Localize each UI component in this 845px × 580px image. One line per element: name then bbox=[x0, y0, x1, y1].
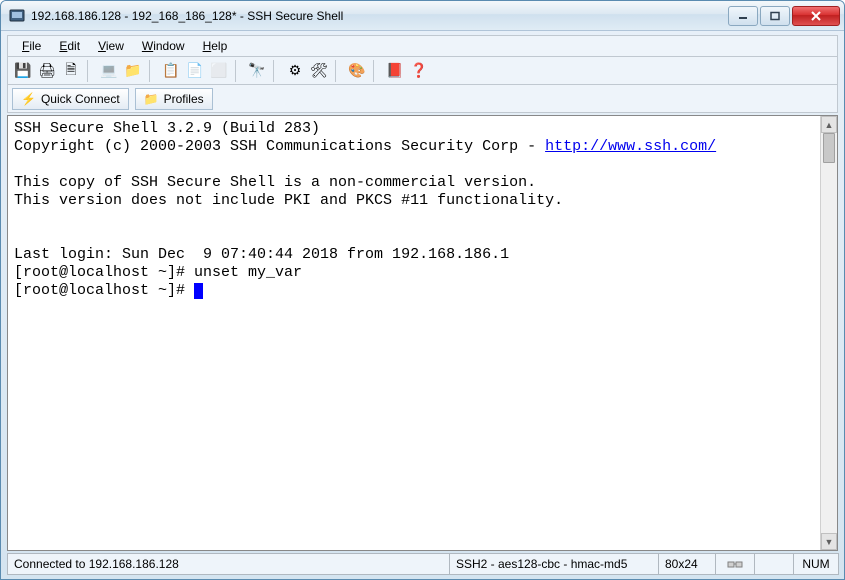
maximize-button[interactable] bbox=[760, 6, 790, 26]
find-icon[interactable]: 🔭 bbox=[246, 60, 268, 82]
status-cipher: SSH2 - aes128-cbc - hmac-md5 bbox=[449, 553, 659, 575]
terminal-line: [root@localhost ~]# unset my_var bbox=[14, 264, 302, 281]
toolbar-separator bbox=[149, 60, 155, 82]
toolbar-separator bbox=[373, 60, 379, 82]
quick-connect-label: Quick Connect bbox=[41, 92, 120, 106]
terminal-line: This version does not include PKI and PK… bbox=[14, 192, 563, 209]
colors-icon[interactable]: 🎨 bbox=[346, 60, 368, 82]
terminal-container: SSH Secure Shell 3.2.9 (Build 283) Copyr… bbox=[7, 115, 838, 551]
status-termsize: 80x24 bbox=[658, 553, 716, 575]
vertical-scrollbar[interactable]: ▲ ▼ bbox=[820, 116, 837, 550]
titlebar: 192.168.186.128 - 192_168_186_128* - SSH… bbox=[1, 1, 844, 31]
lightning-icon: ⚡ bbox=[21, 92, 36, 106]
cursor-icon bbox=[194, 283, 203, 299]
connect-toolbar: ⚡ Quick Connect 📁 Profiles bbox=[7, 85, 838, 113]
terminal[interactable]: SSH Secure Shell 3.2.9 (Build 283) Copyr… bbox=[8, 116, 820, 550]
menu-edit[interactable]: Edit bbox=[51, 37, 88, 55]
whats-this-icon[interactable]: ❓ bbox=[408, 60, 430, 82]
status-connected: Connected to 192.168.186.128 bbox=[7, 553, 450, 575]
scroll-up-icon[interactable]: ▲ bbox=[821, 116, 837, 133]
folder-icon: 📁 bbox=[144, 92, 159, 106]
stop-icon: ⬜ bbox=[208, 60, 230, 82]
window-controls bbox=[728, 6, 840, 26]
scroll-down-icon[interactable]: ▼ bbox=[821, 533, 837, 550]
copy-icon[interactable]: 📋 bbox=[160, 60, 182, 82]
menu-help[interactable]: Help bbox=[195, 37, 236, 55]
profiles-label: Profiles bbox=[164, 92, 204, 106]
minimize-button[interactable] bbox=[728, 6, 758, 26]
menu-file[interactable]: File bbox=[14, 37, 49, 55]
status-indicator-2 bbox=[754, 553, 794, 575]
print-preview-icon[interactable]: 🗎 bbox=[60, 60, 82, 82]
close-button[interactable] bbox=[792, 6, 840, 26]
menu-window[interactable]: Window bbox=[134, 37, 193, 55]
print-icon[interactable]: 🖨 bbox=[36, 60, 58, 82]
toolbar-separator bbox=[235, 60, 241, 82]
toolbar: 💾 🖨 🗎 💻 📁 📋 📄 ⬜ 🔭 ⚙ 🛠 🎨 📕 ❓ bbox=[7, 57, 838, 85]
window-title: 192.168.186.128 - 192_168_186_128* - SSH… bbox=[31, 9, 728, 23]
new-filetransfer-icon[interactable]: 📁 bbox=[122, 60, 144, 82]
scroll-thumb[interactable] bbox=[823, 133, 835, 163]
help-icon[interactable]: 📕 bbox=[384, 60, 406, 82]
save-icon[interactable]: 💾 bbox=[12, 60, 34, 82]
new-terminal-icon: 💻 bbox=[98, 60, 120, 82]
terminal-prompt: [root@localhost ~]# bbox=[14, 282, 194, 299]
terminal-line: Last login: Sun Dec 9 07:40:44 2018 from… bbox=[14, 246, 509, 263]
app-window: 192.168.186.128 - 192_168_186_128* - SSH… bbox=[0, 0, 845, 580]
quick-connect-button[interactable]: ⚡ Quick Connect bbox=[12, 88, 129, 110]
terminal-line: Copyright (c) 2000-2003 SSH Communicatio… bbox=[14, 138, 545, 155]
connection-icon bbox=[727, 558, 743, 570]
status-indicator-1 bbox=[715, 553, 755, 575]
paste-icon[interactable]: 📄 bbox=[184, 60, 206, 82]
profiles-button[interactable]: 📁 Profiles bbox=[135, 88, 213, 110]
ssh-link[interactable]: http://www.ssh.com/ bbox=[545, 138, 716, 155]
terminal-line: SSH Secure Shell 3.2.9 (Build 283) bbox=[14, 120, 320, 137]
disconnect-icon[interactable]: 🛠 bbox=[308, 60, 330, 82]
toolbar-separator bbox=[273, 60, 279, 82]
statusbar: Connected to 192.168.186.128 SSH2 - aes1… bbox=[7, 553, 838, 575]
status-numlock: NUM bbox=[793, 553, 839, 575]
toolbar-separator bbox=[335, 60, 341, 82]
settings-icon[interactable]: ⚙ bbox=[284, 60, 306, 82]
menubar: File Edit View Window Help bbox=[7, 35, 838, 57]
app-icon bbox=[9, 8, 25, 24]
toolbar-separator bbox=[87, 60, 93, 82]
menu-view[interactable]: View bbox=[90, 37, 132, 55]
terminal-line: This copy of SSH Secure Shell is a non-c… bbox=[14, 174, 536, 191]
